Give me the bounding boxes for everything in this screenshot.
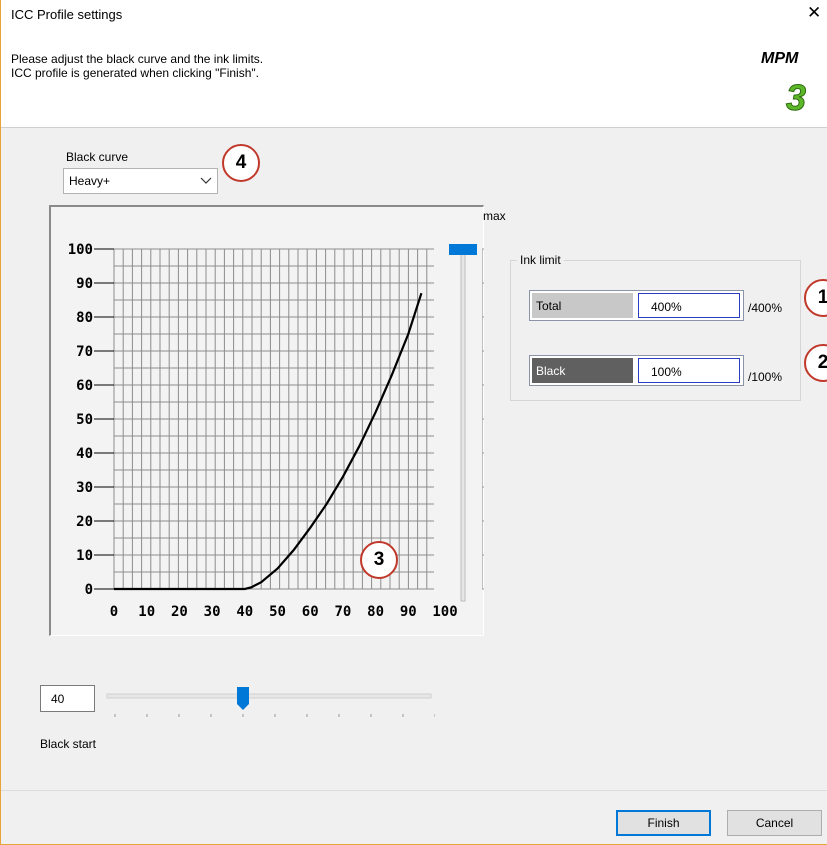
instructions: Please adjust the black curve and the in…	[11, 52, 263, 80]
slider-background	[434, 235, 482, 605]
chevron-down-icon	[200, 177, 212, 184]
max-slider-track	[460, 244, 466, 602]
x-tick-label: 70	[334, 604, 351, 620]
y-tick-label: 20	[76, 514, 93, 530]
black-start-slider[interactable]	[105, 680, 435, 722]
x-tick-label: 10	[138, 604, 155, 620]
max-slider-thumb[interactable]	[449, 244, 477, 255]
black-curve-chart[interactable]: 10090807060504030201000 10 20 30 40 50 60 70 80 9…	[49, 205, 484, 636]
x-tick-label: 40	[236, 604, 253, 620]
callout-3: 3	[360, 541, 398, 579]
ink-total-input[interactable]: 400%	[638, 293, 740, 318]
black-curve-select[interactable]: Heavy+	[63, 168, 218, 194]
x-tick-label: 100	[432, 604, 457, 620]
instructions-line-2: ICC profile is generated when clicking "…	[11, 66, 259, 80]
y-tick-label: 90	[76, 276, 93, 292]
cancel-button[interactable]: Cancel	[727, 810, 822, 836]
close-icon[interactable]: ✕	[807, 4, 821, 22]
y-tick-label: 10	[76, 548, 93, 564]
footer-divider	[1, 790, 827, 791]
y-tick-label: 70	[76, 344, 93, 360]
ink-limit-title: Ink limit	[517, 253, 564, 267]
callout-2: 2	[804, 344, 827, 382]
y-tick-label: 30	[76, 480, 93, 496]
black-curve-label: Black curve	[66, 150, 129, 164]
y-tick-label: 0	[85, 582, 93, 598]
mpm3-logo: MPM 3	[758, 50, 823, 115]
x-tick-label: 30	[204, 604, 221, 620]
window-title: ICC Profile settings	[11, 7, 123, 22]
ink-total-max: /400%	[748, 301, 783, 315]
ink-black-label: Black	[532, 358, 633, 383]
dialog-header: ICC Profile settings ✕ Please adjust the…	[1, 0, 827, 128]
ink-black-row: Black 100%	[529, 355, 744, 386]
ink-black-max: /100%	[748, 370, 783, 384]
x-tick-label: 20	[171, 604, 188, 620]
finish-button[interactable]: Finish	[616, 810, 711, 836]
callout-1: 1	[804, 279, 827, 317]
black-start-label: Black start	[40, 737, 97, 751]
x-tick-label: 50	[269, 604, 286, 620]
instructions-line-1: Please adjust the black curve and the in…	[11, 52, 264, 66]
black-start-thumb[interactable]	[237, 687, 249, 710]
callout-4: 4	[222, 144, 260, 182]
x-tick-label: 90	[400, 604, 417, 620]
black-curve-value: Heavy+	[69, 174, 111, 188]
x-tick-label: 80	[367, 604, 384, 620]
x-tick-label: 0	[110, 604, 118, 620]
y-tick-label: 40	[76, 446, 93, 462]
ink-black-input[interactable]: 100%	[638, 358, 740, 383]
black-start-track	[106, 693, 432, 699]
black-start-input[interactable]: 40	[40, 685, 95, 712]
max-label: max	[483, 209, 506, 223]
ink-total-row: Total 400%	[529, 290, 744, 321]
icc-profile-dialog: ICC Profile settings ✕ Please adjust the…	[0, 0, 827, 845]
y-tick-label: 60	[76, 378, 93, 394]
logo-digit-icon: 3	[786, 77, 807, 116]
x-tick-label: 60	[302, 604, 319, 620]
ink-total-label: Total	[532, 293, 633, 318]
y-tick-label: 80	[76, 310, 93, 326]
y-tick-label: 50	[76, 412, 93, 428]
y-tick-label: 100	[68, 242, 93, 258]
logo-digit: 3	[786, 77, 806, 115]
